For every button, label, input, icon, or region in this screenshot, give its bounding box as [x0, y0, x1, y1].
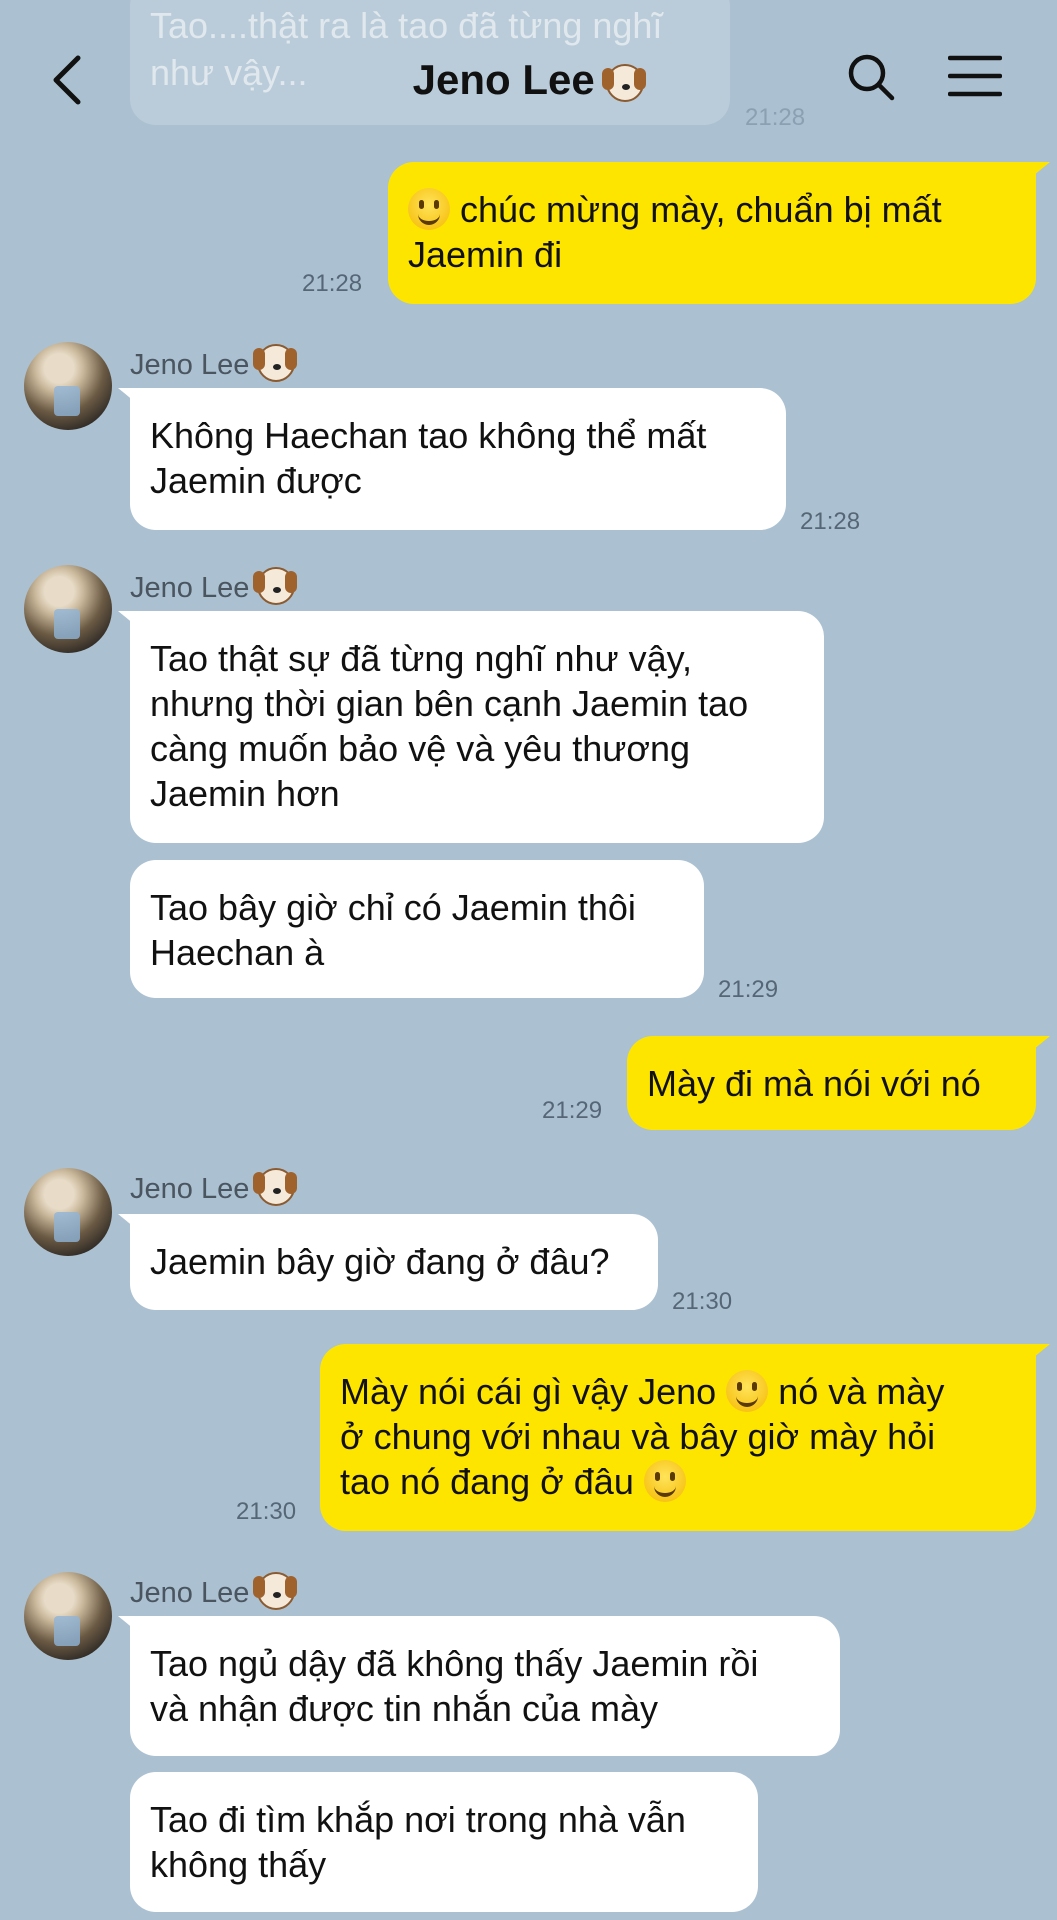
menu-icon[interactable]	[948, 55, 1002, 97]
outgoing-message[interactable]: Mày nói cái gì vậy Jeno nó và mày ở chun…	[320, 1344, 1036, 1531]
message-line: Mày đi mà nói với nó	[647, 1063, 981, 1104]
message-line: Tao ngủ dậy đã không thấy Jaemin rồi	[150, 1643, 759, 1684]
avatar[interactable]	[24, 1572, 112, 1660]
chat-title[interactable]: Jeno Lee	[0, 52, 1057, 108]
avatar[interactable]	[24, 342, 112, 430]
incoming-message[interactable]: Tao đi tìm khắp nơi trong nhà vẫn không …	[130, 1772, 758, 1912]
incoming-message[interactable]: Jaemin bây giờ đang ở đâu?	[130, 1214, 658, 1310]
message-time: 21:30	[672, 1288, 733, 1315]
faded-previous-time: 21:28	[745, 104, 806, 131]
incoming-message[interactable]: Tao bây giờ chỉ có Jaemin thôi Haechan à	[130, 860, 704, 998]
outgoing-message[interactable]: Mày đi mà nói với nó	[627, 1036, 1036, 1130]
outgoing-message[interactable]: chúc mừng mày, chuẩn bị mất Jaemin đi	[388, 162, 1036, 304]
smiling-emoji-icon	[643, 1460, 686, 1502]
incoming-message[interactable]: Tao ngủ dậy đã không thấy Jaemin rồi và …	[130, 1616, 840, 1756]
dog-emoji-icon	[253, 1168, 296, 1206]
message-time: 21:28	[302, 270, 363, 297]
message-line: càng muốn bảo vệ và yêu thương	[150, 728, 691, 769]
dog-emoji-icon	[253, 1572, 296, 1610]
dog-emoji-icon	[253, 344, 296, 382]
message-line: Jaemin hơn	[150, 773, 340, 814]
message-line: không thấy	[150, 1844, 327, 1885]
bubble-tail	[1028, 162, 1050, 180]
incoming-message[interactable]: Không Haechan tao không thể mất Jaemin đ…	[130, 388, 786, 530]
sender-name: Jeno Lee	[130, 1572, 296, 1610]
message-line: ở chung với nhau và bây giờ mày hỏi	[340, 1416, 936, 1457]
message-line: Haechan à	[150, 932, 325, 973]
sender-name: Jeno Lee	[130, 1168, 296, 1206]
chat-header: Tao....thật ra là tao đã từng nghĩ như v…	[0, 0, 1057, 150]
grinning-emoji-icon	[408, 188, 450, 230]
sender-name: Jeno Lee	[130, 567, 296, 605]
message-time: 21:30	[236, 1498, 297, 1525]
message-time: 21:28	[800, 508, 861, 535]
incoming-message[interactable]: Tao thật sự đã từng nghĩ như vậy, nhưng …	[130, 611, 824, 843]
search-icon[interactable]	[846, 52, 896, 102]
sender-name: Jeno Lee	[130, 344, 296, 382]
faded-line-1: Tao....thật ra là tao đã từng nghĩ	[150, 5, 663, 46]
grinning-emoji-icon	[726, 1370, 769, 1412]
message-line: Tao thật sự đã từng nghĩ như vậy,	[150, 638, 692, 679]
message-line: Tao đi tìm khắp nơi trong nhà vẫn	[150, 1799, 686, 1840]
avatar[interactable]	[24, 1168, 112, 1256]
message-line: Tao bây giờ chỉ có Jaemin thôi	[150, 887, 636, 928]
message-line: và nhận được tin nhắn của mày	[150, 1688, 659, 1729]
message-line: Jaemin bây giờ đang ở đâu?	[150, 1241, 610, 1282]
message-line: Không Haechan tao không thể mất	[150, 415, 707, 456]
bubble-tail	[1028, 1036, 1050, 1054]
message-line: tao nó đang ở đâu	[340, 1459, 1016, 1504]
message-time: 21:29	[718, 976, 779, 1003]
message-time: 21:29	[542, 1097, 603, 1124]
message-line: nhưng thời gian bên cạnh Jaemin tao	[150, 683, 749, 724]
dog-emoji-icon	[253, 567, 296, 605]
message-line: Jaemin được	[150, 460, 362, 501]
chat-title-text: Jeno Lee	[412, 56, 595, 103]
bubble-tail	[1028, 1344, 1050, 1362]
dog-emoji-icon	[602, 64, 645, 102]
avatar[interactable]	[24, 565, 112, 653]
message-line: chúc mừng mày, chuẩn bị mất	[408, 187, 1016, 232]
message-line: Jaemin đi	[408, 234, 563, 275]
message-line: Mày nói cái gì vậy Jeno nó và mày	[340, 1370, 945, 1412]
